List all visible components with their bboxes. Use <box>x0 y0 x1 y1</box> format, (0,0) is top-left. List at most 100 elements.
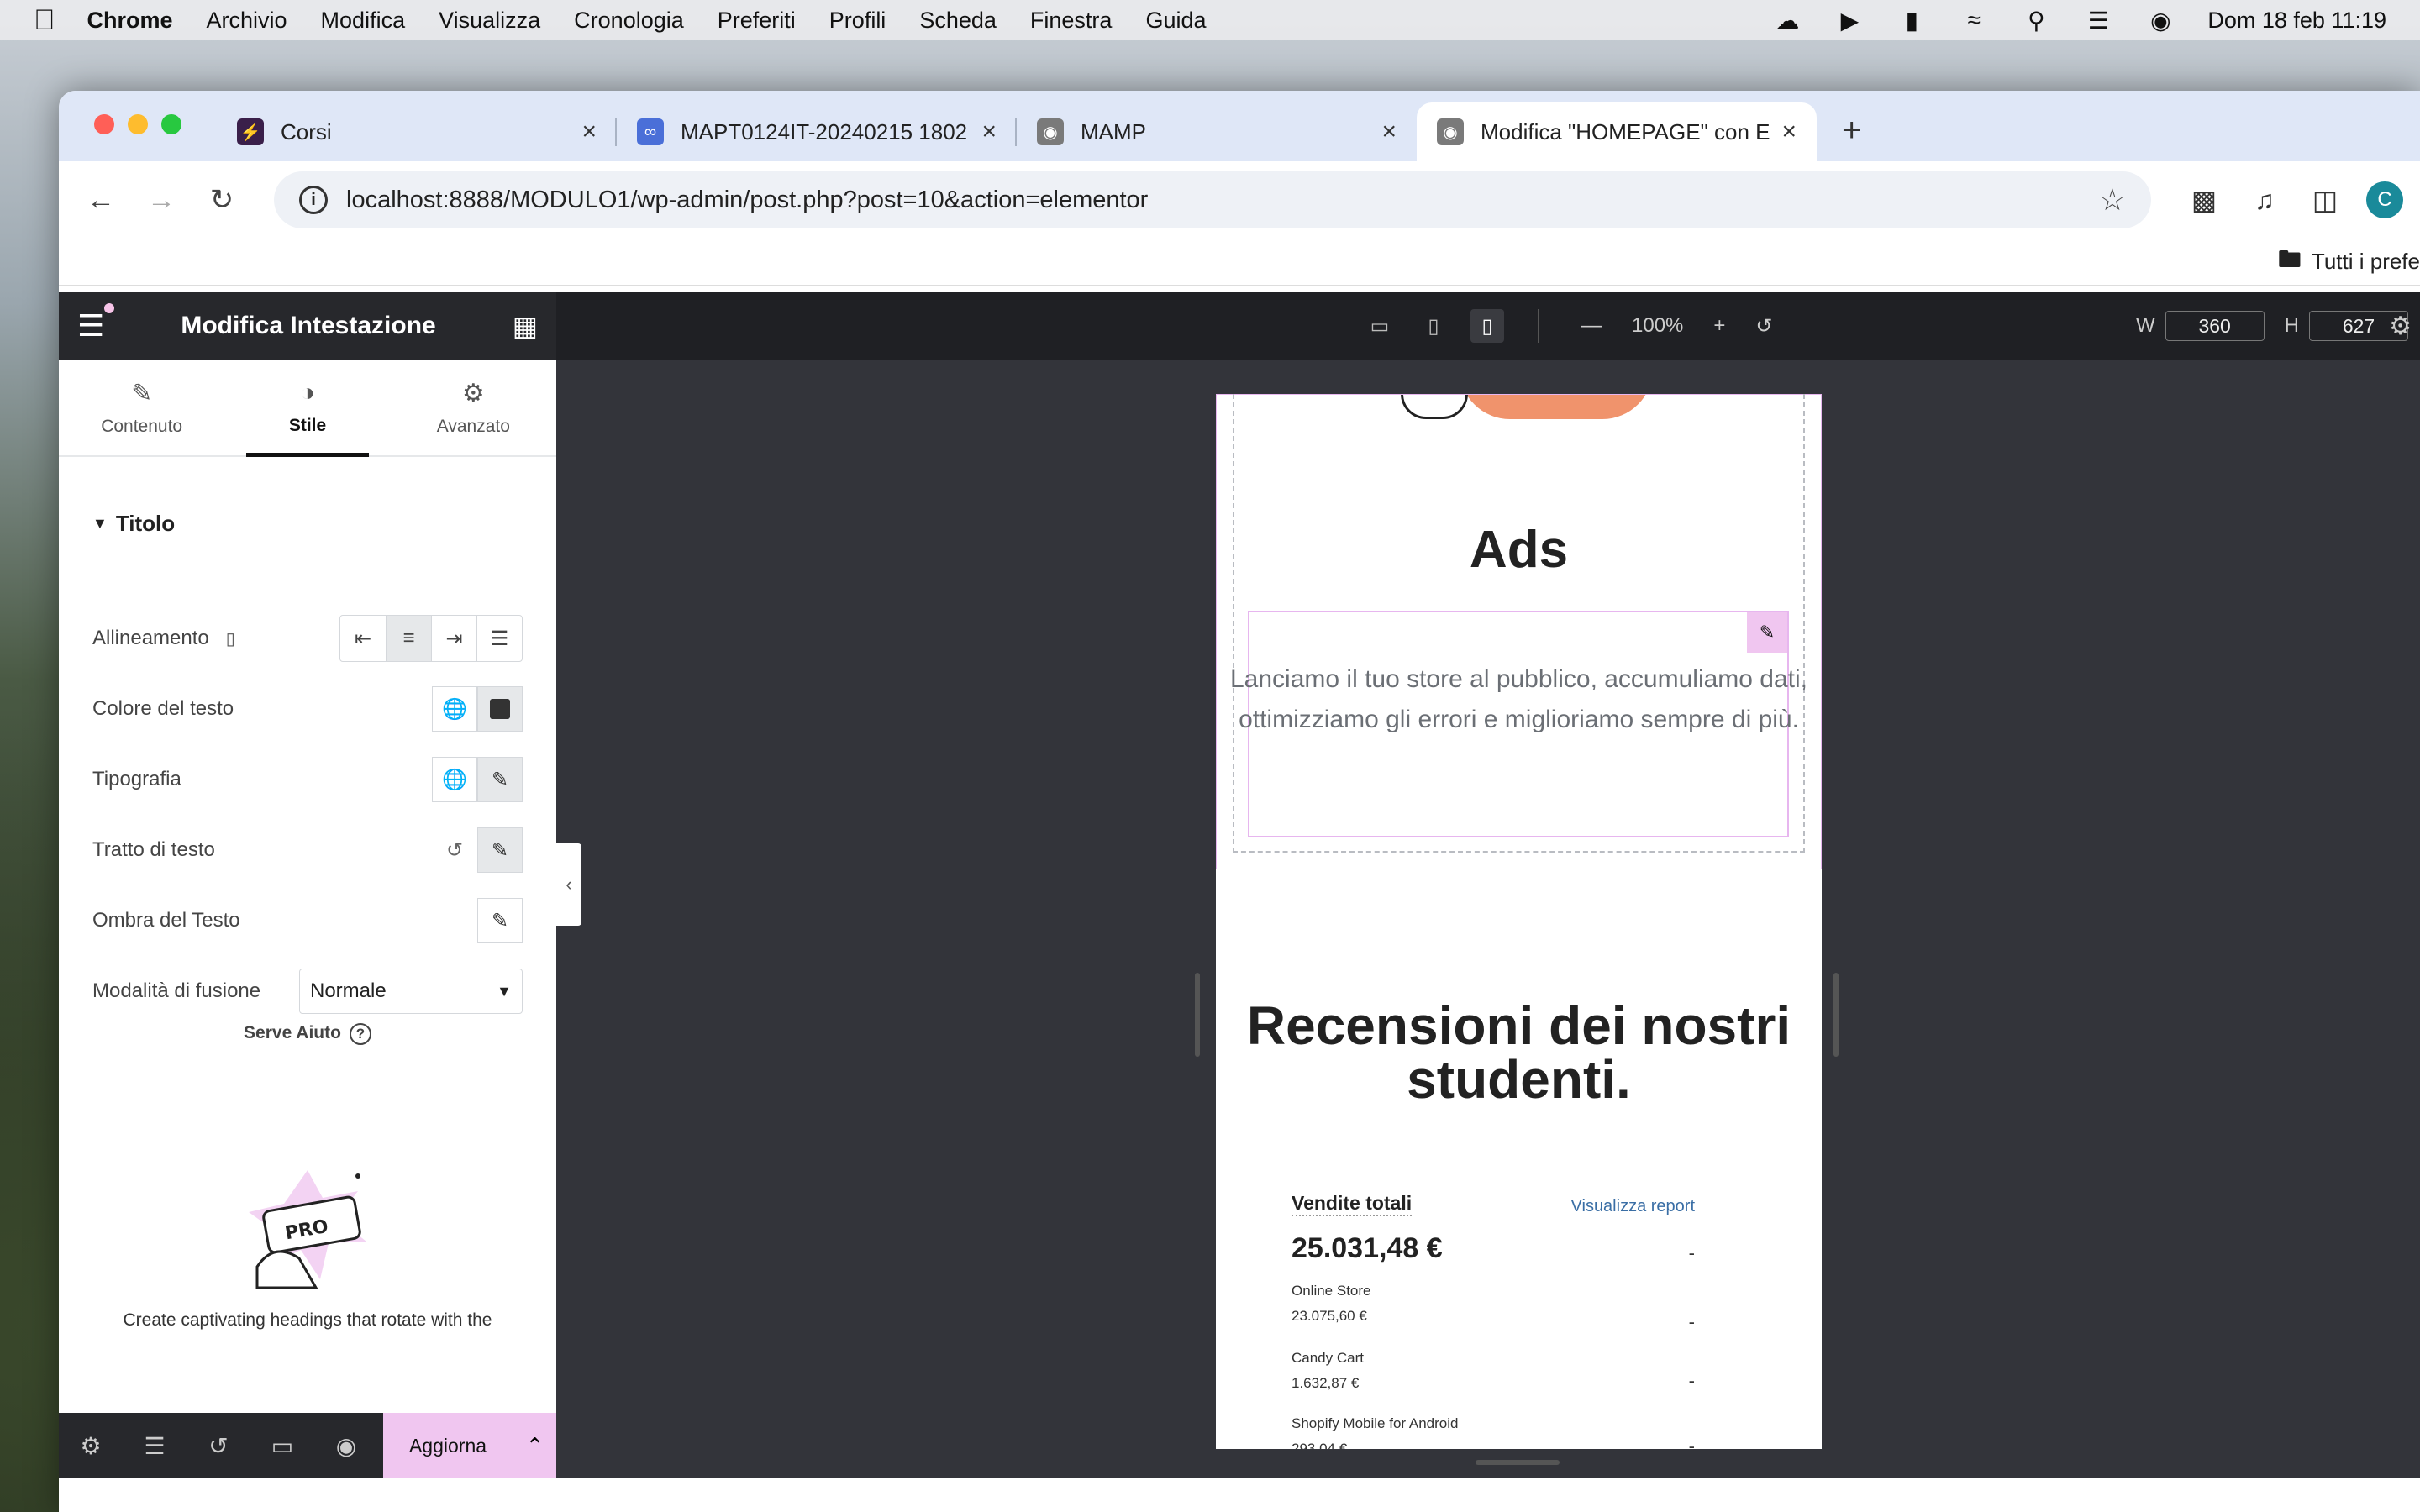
edit-pencil-icon[interactable]: ✎ <box>477 898 523 943</box>
tab-corsi[interactable]: ⚡ Corsi × <box>217 102 617 161</box>
menu-cronologia[interactable]: Cronologia <box>574 8 684 34</box>
update-button[interactable]: Aggiorna <box>383 1413 513 1478</box>
align-left-icon[interactable]: ⇤ <box>340 616 386 661</box>
close-tab-icon[interactable]: × <box>581 118 597 146</box>
battery-icon[interactable]: ▮ <box>1897 8 1927 34</box>
control-center-icon[interactable]: ☰ <box>2083 8 2113 34</box>
clock[interactable]: Dom 18 feb 11:19 <box>2207 8 2386 34</box>
apple-icon[interactable]:  <box>34 4 55 37</box>
side-panel-icon[interactable]: ◫ <box>2301 176 2349 224</box>
report-link[interactable]: Visualizza report <box>1571 1197 1695 1216</box>
close-tab-icon[interactable]: × <box>1781 118 1797 146</box>
close-tab-icon[interactable]: × <box>1381 118 1397 146</box>
back-button[interactable]: ← <box>76 175 126 225</box>
site-settings-icon[interactable]: ⚙ <box>2389 312 2412 341</box>
zoom-window-button[interactable] <box>161 114 182 134</box>
height-label: H <box>2284 314 2299 337</box>
menu-profili[interactable]: Profili <box>829 8 886 34</box>
wifi-icon[interactable]: ≈ <box>1959 7 1989 33</box>
blend-mode-select[interactable]: Normale ▼ <box>299 969 523 1014</box>
folder-icon: 🖿 <box>2277 245 2302 272</box>
chevron-up-icon[interactable]: ⌃ <box>513 1413 556 1478</box>
bookmark-star-icon[interactable]: ☆ <box>2099 182 2126 218</box>
device-switcher: ▭ ▯ ▯ <box>1363 309 1504 343</box>
section-label: Titolo <box>115 511 176 536</box>
tab-mapt[interactable]: ∞ MAPT0124IT-20240215 1802 × <box>617 102 1017 161</box>
new-tab-button[interactable]: + <box>1842 112 1861 150</box>
tab-contenuto[interactable]: ✎ Contenuto <box>59 360 224 455</box>
zoom-in-icon[interactable]: + <box>1713 314 1725 338</box>
collapse-panel-button[interactable]: ‹ <box>556 843 581 926</box>
tab-stile[interactable]: ◑ Stile <box>224 360 390 457</box>
card-dash: - <box>1688 1311 1695 1332</box>
extensions-icon[interactable]: ▩ <box>2180 176 2228 224</box>
align-right-icon[interactable]: ⇥ <box>431 616 476 661</box>
tab-title: Corsi <box>281 118 332 144</box>
responsive-icon[interactable]: ▭ <box>250 1432 314 1460</box>
address-bar[interactable]: i localhost:8888/MODULO1/wp-admin/post.p… <box>274 171 2151 228</box>
zoom-controls: — 100% + ↺ <box>1538 309 1773 343</box>
media-controls-icon[interactable]: ♫ <box>2240 176 2289 224</box>
ads-body-text[interactable]: Lanciamo il tuo store al pubblico, accum… <box>1216 659 1822 740</box>
menu-visualizza[interactable]: Visualizza <box>439 8 540 34</box>
question-icon: ? <box>349 1023 371 1045</box>
help-label: Serve Aiuto <box>244 1023 341 1042</box>
resize-handle-right[interactable] <box>1833 973 1839 1057</box>
section-titolo[interactable]: ▼ Titolo <box>59 457 556 537</box>
edit-widget-icon[interactable]: ✎ <box>1747 612 1787 653</box>
forward-button[interactable]: → <box>136 175 187 225</box>
close-window-button[interactable] <box>94 114 114 134</box>
global-fonts-icon[interactable]: 🌐 <box>432 757 477 802</box>
menu-icon[interactable]: ☰ <box>77 303 115 344</box>
play-icon[interactable]: ▶ <box>1834 8 1865 34</box>
zoom-out-icon[interactable]: — <box>1581 314 1602 338</box>
menu-modifica[interactable]: Modifica <box>321 8 406 34</box>
tab-elementor[interactable]: ◉ Modifica "HOMEPAGE" con El × <box>1417 102 1817 161</box>
menu-finestra[interactable]: Finestra <box>1030 8 1113 34</box>
search-icon[interactable]: ⚲ <box>2021 8 2051 34</box>
close-tab-icon[interactable]: × <box>981 118 997 146</box>
color-swatch[interactable] <box>477 686 523 732</box>
profile-avatar[interactable]: C <box>2366 181 2403 218</box>
siri-icon[interactable]: ◉ <box>2145 8 2175 34</box>
reload-button[interactable]: ↻ <box>197 175 247 225</box>
global-colors-icon[interactable]: 🌐 <box>432 686 477 732</box>
resize-handle-bottom[interactable] <box>1476 1460 1560 1465</box>
settings-icon[interactable]: ⚙ <box>59 1432 123 1460</box>
edit-pencil-icon[interactable]: ✎ <box>477 757 523 802</box>
text-color-control: Colore del testo 🌐 <box>92 685 523 732</box>
edit-pencil-icon[interactable]: ✎ <box>477 827 523 873</box>
tablet-icon[interactable]: ▯ <box>1417 309 1450 343</box>
mobile-icon[interactable]: ▯ <box>1470 309 1504 343</box>
all-bookmarks-link[interactable]: Tutti i prefe <box>2312 249 2420 275</box>
control-label: Allineamento <box>92 627 209 649</box>
width-input[interactable]: 360 <box>2165 311 2265 341</box>
site-info-icon[interactable]: i <box>299 186 328 214</box>
tab-mamp[interactable]: ◉ MAMP × <box>1017 102 1417 161</box>
url-text[interactable]: localhost:8888/MODULO1/wp-admin/post.php… <box>346 186 1148 214</box>
menu-app-name[interactable]: Chrome <box>87 8 173 34</box>
reset-icon[interactable]: ↺ <box>432 838 477 863</box>
help-link[interactable]: Serve Aiuto? <box>59 1023 556 1045</box>
layers-icon[interactable]: ☰ <box>123 1432 187 1460</box>
reviews-heading[interactable]: Recensioni dei nostri studenti. <box>1216 999 1822 1106</box>
mobile-device-icon[interactable]: ▯ <box>226 628 235 649</box>
menu-preferiti[interactable]: Preferiti <box>718 8 796 34</box>
blend-mode-control: Modalità di fusione Normale ▼ <box>92 968 523 1015</box>
menu-archivio[interactable]: Archivio <box>207 8 287 34</box>
widgets-grid-icon[interactable]: ▦ <box>513 310 538 342</box>
reset-zoom-icon[interactable]: ↺ <box>1755 314 1772 339</box>
preview-eye-icon[interactable]: ◉ <box>314 1432 378 1460</box>
menu-scheda[interactable]: Scheda <box>919 8 997 34</box>
align-center-icon[interactable]: ≡ <box>386 616 431 661</box>
row-value: 23.075,60 € <box>1292 1308 1367 1324</box>
align-justify-icon[interactable]: ☰ <box>476 616 522 661</box>
menu-guida[interactable]: Guida <box>1145 8 1206 34</box>
creative-cloud-icon[interactable]: ☁ <box>1772 8 1802 34</box>
history-icon[interactable]: ↺ <box>187 1432 250 1460</box>
ads-heading[interactable]: Ads <box>1216 520 1822 580</box>
resize-handle-left[interactable] <box>1195 973 1200 1057</box>
minimize-window-button[interactable] <box>128 114 148 134</box>
tab-avanzato[interactable]: ⚙ Avanzato <box>391 360 556 455</box>
desktop-icon[interactable]: ▭ <box>1363 309 1397 343</box>
